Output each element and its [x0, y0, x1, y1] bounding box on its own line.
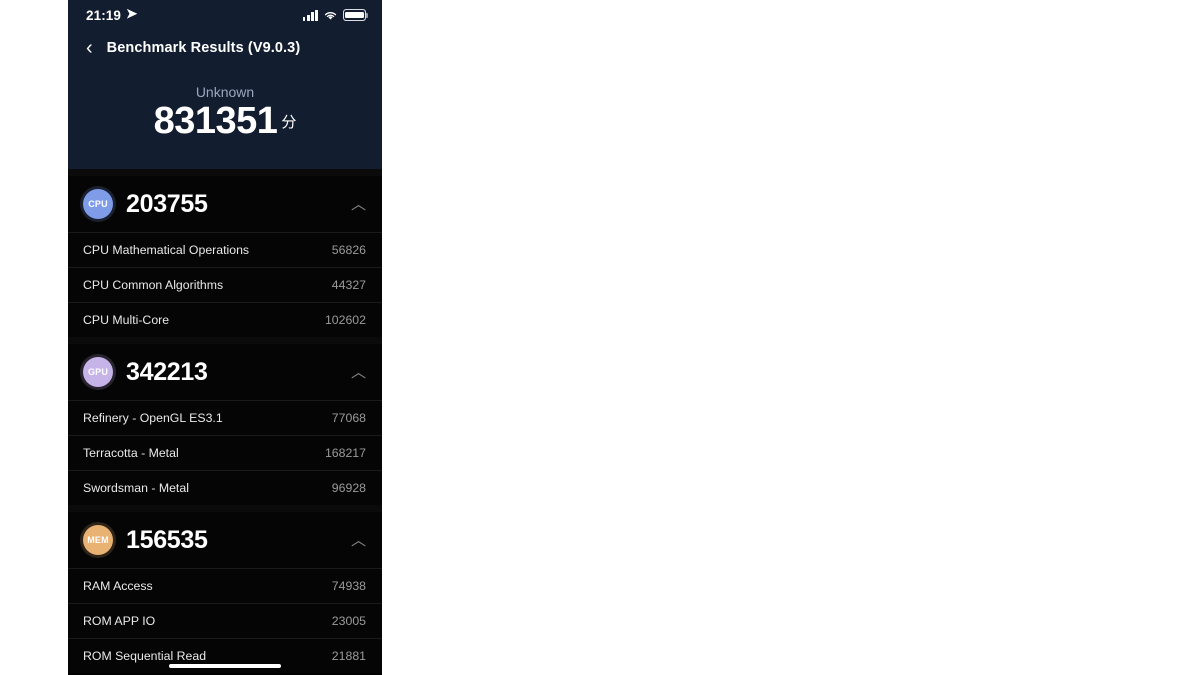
table-row: CPU Mathematical Operations 56826: [68, 232, 382, 267]
row-label: Swordsman - Metal: [83, 481, 189, 495]
section-divider: [68, 337, 382, 344]
chevron-up-icon[interactable]: ︿: [351, 197, 366, 212]
total-score-hero: Unknown 831351 分: [68, 66, 382, 169]
location-arrow-icon: ➤: [126, 6, 138, 21]
section-gpu: GPU 342213 ︿ Refinery - OpenGL ES3.1 770…: [68, 344, 382, 505]
total-score-unit: 分: [281, 114, 297, 131]
mem-badge-icon: MEM: [83, 525, 113, 555]
row-value: 74938: [331, 579, 366, 593]
row-label: CPU Mathematical Operations: [83, 243, 250, 257]
cellular-signal-icon: [302, 9, 318, 21]
section-mem-header[interactable]: MEM 156535 ︿: [68, 512, 382, 568]
screenshot-stage: 21:19 ➤ ‹ Benchmark Results (V9.0.3) Unk…: [0, 0, 1200, 675]
row-label: Terracotta - Metal: [83, 446, 179, 460]
status-bar-left: 21:19 ➤: [86, 6, 138, 23]
chevron-up-icon[interactable]: ︿: [351, 365, 366, 380]
battery-icon: [343, 9, 369, 21]
row-value: 77068: [331, 411, 366, 425]
table-row: Terracotta - Metal 168217: [68, 435, 382, 470]
row-value: 44327: [331, 278, 366, 292]
row-label: RAM Access: [83, 579, 153, 593]
row-label: CPU Multi-Core: [83, 313, 170, 327]
cpu-score: 203755: [126, 189, 208, 218]
section-divider: [68, 505, 382, 512]
cpu-badge-icon: CPU: [83, 189, 113, 219]
row-value: 96928: [331, 481, 366, 495]
section-cpu-header[interactable]: CPU 203755 ︿: [68, 176, 382, 232]
gpu-badge-icon: GPU: [83, 357, 113, 387]
status-bar-right: [302, 9, 369, 21]
table-row: CPU Common Algorithms 44327: [68, 267, 382, 302]
row-value: 102602: [324, 313, 366, 327]
wifi-icon: [324, 11, 337, 20]
antutu1-navbar: ‹ Benchmark Results (V9.0.3): [68, 30, 382, 66]
status-bar: 21:19 ➤: [68, 0, 382, 30]
total-score-value: 831351: [153, 100, 278, 142]
table-row: ROM APP IO 23005: [68, 603, 382, 638]
page-title: Benchmark Results (V9.0.3): [106, 40, 301, 56]
row-value: 168217: [324, 446, 366, 460]
chevron-left-icon[interactable]: ‹: [86, 38, 93, 58]
table-row: RAM Access 74938: [68, 568, 382, 603]
chevron-up-icon[interactable]: ︿: [351, 533, 366, 548]
section-cpu: CPU 203755 ︿ CPU Mathematical Operations…: [68, 176, 382, 337]
antutu-results-panel-1: 21:19 ➤ ‹ Benchmark Results (V9.0.3) Unk…: [68, 0, 382, 675]
row-label: Refinery - OpenGL ES3.1: [83, 411, 223, 425]
table-row: Swordsman - Metal 96928: [68, 470, 382, 505]
gpu-score: 342213: [126, 357, 208, 386]
total-score-row: 831351 分: [68, 100, 382, 143]
row-value: 23005: [331, 614, 366, 628]
device-name: Unknown: [195, 84, 255, 100]
home-indicator: [169, 663, 281, 668]
row-value: 21881: [331, 649, 366, 663]
status-time: 21:19: [86, 7, 122, 23]
section-gpu-header[interactable]: GPU 342213 ︿: [68, 344, 382, 400]
table-row: Refinery - OpenGL ES3.1 77068: [68, 400, 382, 435]
row-label: ROM Sequential Read: [83, 649, 207, 663]
section-divider: [68, 169, 382, 176]
row-value: 56826: [331, 243, 366, 257]
mem-score: 156535: [126, 525, 208, 554]
antutu1-header-area: 21:19 ➤ ‹ Benchmark Results (V9.0.3) Unk…: [68, 0, 382, 169]
row-label: ROM APP IO: [83, 614, 156, 628]
row-label: CPU Common Algorithms: [83, 278, 224, 292]
table-row: CPU Multi-Core 102602: [68, 302, 382, 337]
section-mem: MEM 156535 ︿ RAM Access 74938 ROM APP IO…: [68, 512, 382, 673]
